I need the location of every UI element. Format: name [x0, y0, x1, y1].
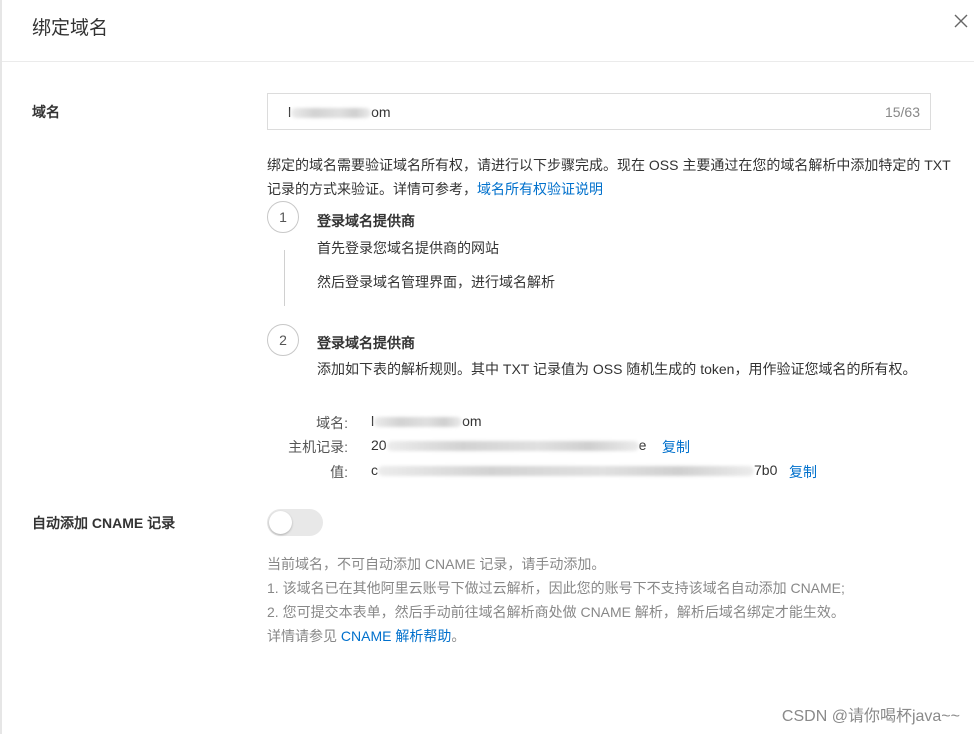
domain-input[interactable]: l om 15/63 — [267, 93, 931, 130]
close-icon[interactable] — [952, 12, 970, 30]
step-1-line-2: 然后登录域名管理界面，进行域名解析 — [317, 274, 555, 290]
verification-description: 绑定的域名需要验证域名所有权，请进行以下步骤完成。现在 OSS 主要通过在您的域… — [267, 157, 951, 197]
cname-hint-line-1: 当前域名，不可自动添加 CNAME 记录，请手动添加。 — [267, 556, 606, 572]
step-2-title: 登录域名提供商 — [317, 335, 415, 351]
step-connector — [284, 250, 285, 306]
cname-help-line: 详情请参见 CNAME 解析帮助。 — [267, 628, 466, 644]
copy-value-button[interactable]: 复制 — [789, 462, 817, 482]
watermark: CSDN @请你喝杯java~~ — [781, 708, 960, 725]
dialog-title: 绑定域名 — [32, 18, 109, 39]
record-domain-label: 域名: — [316, 415, 348, 431]
char-counter: 15/63 — [884, 104, 920, 120]
left-border — [0, 0, 2, 734]
step-2-number: 2 — [267, 324, 299, 356]
step-1-number: 1 — [267, 201, 299, 233]
step-1-title: 登录域名提供商 — [317, 213, 415, 229]
cname-hint-line-3: 2. 您可提交本表单，然后手动前往域名解析商处做 CNAME 解析，解析后域名绑… — [267, 604, 845, 620]
toggle-knob — [269, 511, 292, 534]
cname-help-link[interactable]: CNAME 解析帮助 — [341, 628, 451, 644]
record-domain-value: l om — [371, 413, 482, 429]
cname-hint-line-2: 1. 该域名已在其他阿里云账号下做过云解析，因此您的账号下不支持该域名自动添加 … — [267, 580, 845, 596]
ownership-verification-link[interactable]: 域名所有权验证说明 — [477, 181, 603, 197]
auto-cname-label: 自动添加 CNAME 记录 — [32, 515, 176, 531]
record-host-value: 20 e — [371, 437, 647, 453]
domain-input-value: l om — [288, 104, 391, 120]
record-value-label: 值: — [330, 464, 348, 480]
cname-hint: 当前域名，不可自动添加 CNAME 记录，请手动添加。 1. 该域名已在其他阿里… — [267, 552, 845, 648]
step-1-line-1: 首先登录您域名提供商的网站 — [317, 240, 499, 256]
record-host-label: 主机记录: — [288, 439, 348, 455]
copy-host-button[interactable]: 复制 — [662, 437, 690, 457]
step-2-line-1: 添加如下表的解析规则。其中 TXT 记录值为 OSS 随机生成的 token，用… — [317, 361, 917, 377]
auto-cname-toggle[interactable] — [267, 509, 323, 536]
dialog-header: 绑定域名 — [2, 0, 974, 62]
record-value-value: c 7b0 — [371, 462, 778, 478]
domain-label: 域名 — [32, 104, 60, 120]
